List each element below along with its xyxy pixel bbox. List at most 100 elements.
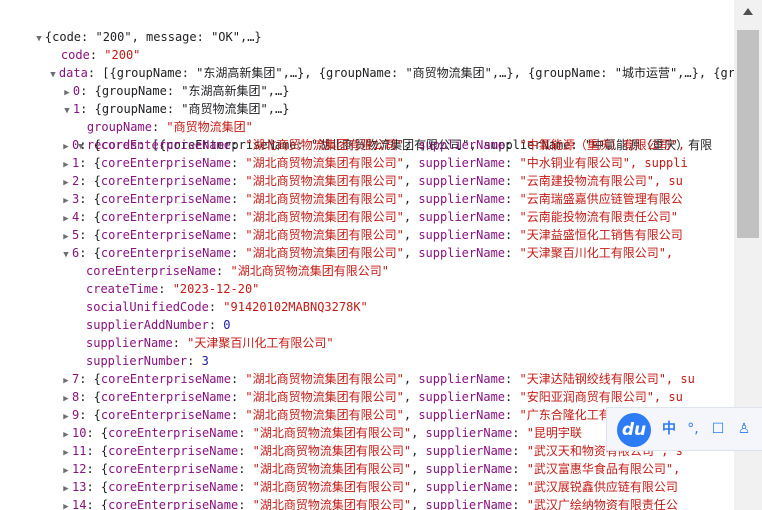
core-enterprise-value: "湖北商贸物流集团有限公司" — [245, 210, 404, 224]
core-enterprise-value: "湖北商贸物流集团有限公司" — [252, 462, 412, 476]
record-row-2[interactable]: ▶ 2: {coreEnterpriseName: "湖北商贸物流集团有限公司",… — [60, 172, 683, 190]
group-name-row: groupName: "商贸物流集团" — [86, 120, 253, 134]
supplier-name-key: supplierName — [418, 372, 506, 386]
core-enterprise-key: coreEnterpriseName — [108, 498, 239, 510]
core-enterprise-key: coreEnterpriseName — [108, 480, 239, 494]
field-key: supplierAddNumber — [86, 318, 209, 332]
supplier-name-value: "云南建投物流有限公司", su — [519, 174, 683, 188]
core-enterprise-value: "湖北商贸物流集团有限公司" — [252, 498, 412, 510]
core-enterprise-value: "湖北商贸物流集团有限公司" — [252, 426, 412, 440]
record-row-1[interactable]: ▶ 1: {coreEnterpriseName: "湖北商贸物流集团有限公司",… — [60, 154, 688, 172]
core-enterprise-value: "湖北商贸物流集团有限公司" — [252, 480, 412, 494]
core-enterprise-key: coreEnterpriseName — [100, 372, 231, 386]
core-enterprise-key: coreEnterpriseName — [108, 444, 239, 458]
group-row-0[interactable]: ▶ 0: {groupName: "东湖高新集团",…} — [32, 64, 289, 98]
core-enterprise-value: "湖北商贸物流集团有限公司" — [245, 138, 404, 152]
field-key: socialUnifiedCode — [86, 300, 209, 314]
field-value: 0 — [223, 318, 231, 332]
core-enterprise-value: "湖北商贸物流集团有限公司" — [245, 174, 404, 188]
supplier-name-value: "武汉富惠华食品有限公司", — [526, 462, 681, 476]
field-key: supplierName — [86, 336, 173, 350]
record-row-0[interactable]: ▶ 0: {coreEnterpriseName: "湖北商贸物流集团有限公司",… — [60, 136, 685, 154]
code-row: code: "200" — [60, 48, 141, 62]
json-root-row[interactable]: ▼ {code: "200", message: "OK",…} — [4, 10, 261, 44]
supplier-name-value: "武汉广绘纳物资有限责任公 — [526, 498, 678, 510]
record6-field-supplierAddNumber: supplierAddNumber: 0 — [86, 318, 231, 332]
record6-field-coreEnterpriseName: coreEnterpriseName: "湖北商贸物流集团有限公司" — [86, 264, 389, 278]
supplier-name-value: "中氯能源（重庆）有限公司", — [519, 138, 686, 152]
core-enterprise-key: coreEnterpriseName — [100, 228, 231, 242]
core-enterprise-key: coreEnterpriseName — [100, 138, 231, 152]
record6-field-createTime: createTime: "2023-12-20" — [86, 282, 260, 296]
baidu-input-logo-icon[interactable]: du — [617, 413, 651, 447]
supplier-name-value: "云南能投物流有限责任公司" — [519, 210, 678, 224]
record-row-5[interactable]: ▶ 5: {coreEnterpriseName: "湖北商贸物流集团有限公司",… — [60, 226, 683, 244]
record-index: 14 — [72, 498, 87, 510]
core-enterprise-value: "湖北商贸物流集团有限公司" — [245, 390, 404, 404]
supplier-name-value: "安阳亚润商贸有限公司", su — [519, 390, 683, 404]
records-row[interactable]: ▼ records: [{coreEnterpriseName: "湖北商贸物流集… — [46, 118, 712, 152]
record-row-4[interactable]: ▶ 4: {coreEnterpriseName: "湖北商贸物流集团有限公司",… — [60, 208, 678, 226]
field-key: coreEnterpriseName — [86, 264, 217, 278]
ime-punctuation-toggle[interactable]: °, — [683, 418, 703, 440]
record-row-3[interactable]: ▶ 3: {coreEnterpriseName: "湖北商贸物流集团有限公司",… — [60, 190, 682, 208]
ime-user-icon[interactable]: ♙ — [733, 418, 755, 440]
supplier-name-key: supplierName — [418, 156, 506, 170]
core-enterprise-value: "湖北商贸物流集团有限公司" — [245, 408, 404, 422]
scroll-up-button[interactable] — [734, 0, 762, 24]
record-index: 13 — [72, 480, 87, 494]
record-index: 12 — [72, 462, 87, 476]
supplier-name-value: "昆明宇联 — [526, 426, 582, 440]
supplier-name-value: "中水铜业有限公司", suppli — [519, 156, 688, 170]
supplier-name-value: "天津聚百川化工有限公司", — [519, 246, 674, 260]
record-row-9[interactable]: ▶ 9: {coreEnterpriseName: "湖北商贸物流集团有限公司",… — [60, 406, 654, 424]
record-index: 10 — [72, 426, 87, 440]
supplier-name-key: supplierName — [418, 390, 506, 404]
field-key: supplierNumber — [86, 354, 188, 368]
core-enterprise-key: coreEnterpriseName — [100, 246, 231, 260]
core-enterprise-key: coreEnterpriseName — [100, 156, 231, 170]
record6-field-supplierNumber: supplierNumber: 3 — [86, 354, 209, 368]
core-enterprise-key: coreEnterpriseName — [100, 408, 231, 422]
ime-toolbox-icon[interactable]: ☐ — [707, 418, 729, 440]
supplier-name-value: "天津益盛恒化工销售有限公司 — [519, 228, 683, 242]
scroll-up-arrow-icon — [743, 8, 753, 15]
supplier-name-key: supplierName — [425, 480, 513, 494]
group-row-1[interactable]: ▼ 1: {groupName: "商贸物流集团",…} — [32, 82, 289, 116]
expanded-triangle-icon[interactable]: ▼ — [60, 246, 72, 264]
supplier-name-key: supplierName — [425, 444, 513, 458]
supplier-name-key: supplierName — [418, 210, 506, 224]
core-enterprise-key: coreEnterpriseName — [100, 210, 231, 224]
collapsed-triangle-icon[interactable]: ▶ — [60, 498, 72, 510]
data-row[interactable]: ▼ data: [{groupName: "东湖高新集团",…}, {groupN… — [18, 46, 734, 80]
field-value: 3 — [201, 354, 209, 368]
record-row-11[interactable]: ▶ 11: {coreEnterpriseName: "湖北商贸物流集团有限公司"… — [60, 442, 683, 460]
core-enterprise-value: "湖北商贸物流集团有限公司" — [245, 156, 404, 170]
supplier-name-key: supplierName — [425, 498, 513, 510]
field-value: "天津聚百川化工有限公司" — [187, 336, 334, 350]
record-row-6[interactable]: ▼ 6: {coreEnterpriseName: "湖北商贸物流集团有限公司",… — [60, 244, 673, 262]
record-row-8[interactable]: ▶ 8: {coreEnterpriseName: "湖北商贸物流集团有限公司",… — [60, 388, 683, 406]
record-row-10[interactable]: ▶ 10: {coreEnterpriseName: "湖北商贸物流集团有限公司"… — [60, 424, 582, 442]
supplier-name-key: supplierName — [418, 228, 506, 242]
field-value: "2023-12-20" — [172, 282, 260, 296]
ime-toolbar[interactable]: du 中 °, ☐ ♙ — [606, 407, 762, 451]
field-value: "湖北商贸物流集团有限公司" — [230, 264, 389, 278]
ime-language-toggle[interactable]: 中 — [659, 418, 679, 440]
record6-field-supplierName: supplierName: "天津聚百川化工有限公司" — [86, 336, 334, 350]
supplier-name-key: supplierName — [418, 138, 506, 152]
core-enterprise-key: coreEnterpriseName — [108, 462, 239, 476]
record-row-12[interactable]: ▶ 12: {coreEnterpriseName: "湖北商贸物流集团有限公司"… — [60, 460, 680, 478]
record-row-13[interactable]: ▶ 13: {coreEnterpriseName: "湖北商贸物流集团有限公司"… — [60, 478, 678, 496]
record-row-14[interactable]: ▶ 14: {coreEnterpriseName: "湖北商贸物流集团有限公司"… — [60, 496, 678, 510]
core-enterprise-key: coreEnterpriseName — [100, 174, 231, 188]
supplier-name-key: supplierName — [425, 462, 513, 476]
scroll-thumb[interactable] — [737, 30, 759, 238]
record-index: 11 — [72, 444, 87, 458]
record-row-7[interactable]: ▶ 7: {coreEnterpriseName: "湖北商贸物流集团有限公司",… — [60, 370, 695, 388]
supplier-name-key: supplierName — [418, 246, 506, 260]
supplier-name-key: supplierName — [425, 426, 513, 440]
field-key: createTime — [86, 282, 159, 296]
core-enterprise-value: "湖北商贸物流集团有限公司" — [245, 228, 404, 242]
record6-field-socialUnifiedCode: socialUnifiedCode: "91420102MABNQ3278K" — [86, 300, 368, 314]
